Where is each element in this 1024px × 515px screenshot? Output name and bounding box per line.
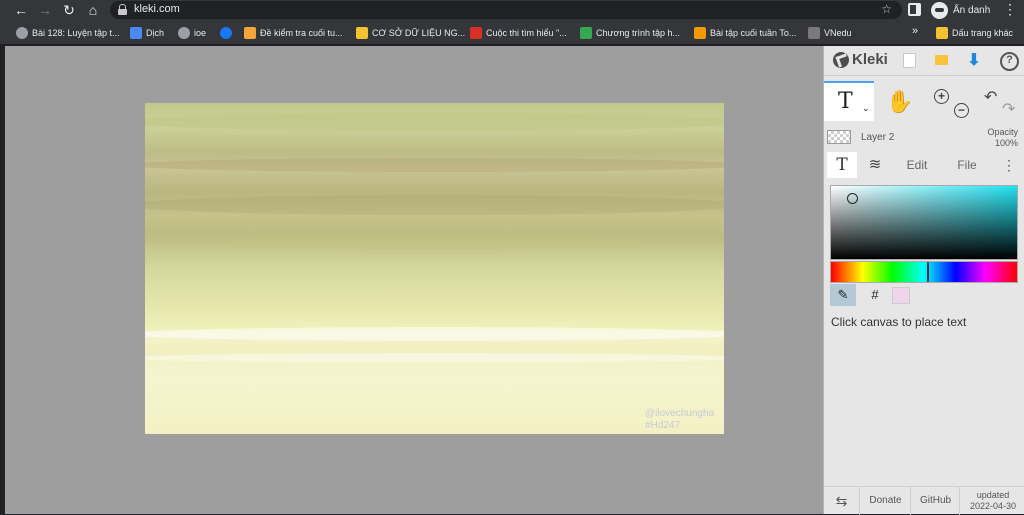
- bookmark-item[interactable]: Đề kiểm tra cuối tu...: [244, 20, 343, 45]
- kleki-sidebar: Kleki ⬇ T ⌄ ✋ + − ↶ ↷ Layer 2 Opacity 10…: [823, 46, 1024, 515]
- bookmark-item[interactable]: CƠ SỞ DỮ LIỆU NG...: [356, 20, 465, 45]
- folder-icon: [936, 26, 948, 39]
- paint-stroke: [145, 195, 724, 215]
- eyedropper-icon[interactable]: ✎: [830, 284, 856, 306]
- canvas-workspace[interactable]: @ilovechungha #Hd247: [5, 46, 823, 514]
- hand-tool-icon[interactable]: ✋: [886, 89, 913, 115]
- layer-thumbnail: [827, 130, 851, 144]
- layer-opacity: Opacity 100%: [987, 127, 1018, 148]
- globe-icon: [178, 26, 190, 39]
- flag-icon: [470, 26, 482, 39]
- github-link[interactable]: GitHub: [912, 487, 960, 515]
- browser-toolbar: ← → ↻ ⌂ kleki.com ☆ Ẩn danh ⋮: [0, 0, 1024, 20]
- sidebar-header: Kleki ⬇: [824, 46, 1024, 76]
- kleki-logo[interactable]: Kleki: [833, 51, 888, 68]
- bookmark-favicon-icon: [356, 26, 368, 39]
- hue-slider[interactable]: [830, 261, 1018, 283]
- new-image-icon[interactable]: [892, 46, 924, 76]
- side-panel-icon[interactable]: [908, 3, 921, 16]
- undo-icon[interactable]: ↶: [984, 87, 997, 107]
- paint-stroke: [145, 233, 724, 249]
- bookmark-favicon-icon: [244, 26, 256, 39]
- forward-icon[interactable]: →: [34, 0, 56, 20]
- tab-tool-settings[interactable]: T: [827, 152, 857, 178]
- menu-dots-icon[interactable]: ⋮: [1003, 1, 1017, 18]
- tab-edit[interactable]: Edit: [896, 152, 938, 178]
- bookmarks-bar: Bài 128: Luyện tập t... Dịch ioe Đề kiểm…: [0, 20, 1024, 45]
- paint-stroke: [145, 113, 724, 131]
- paint-stroke: [145, 353, 724, 363]
- drawing-canvas[interactable]: @ilovechungha #Hd247: [145, 103, 724, 434]
- text-tool-button[interactable]: T ⌄: [824, 81, 874, 121]
- bookmark-favicon-icon: [694, 26, 706, 39]
- paint-stroke: [145, 158, 724, 172]
- open-image-icon[interactable]: [925, 46, 957, 76]
- color-picker-cursor[interactable]: [847, 193, 858, 204]
- zoom-in-icon[interactable]: +: [934, 89, 949, 104]
- bookmark-favicon-icon: [580, 26, 592, 39]
- layer-name: Layer 2: [861, 132, 895, 143]
- bookmark-item[interactable]: Bài 128: Luyện tập t...: [16, 20, 120, 45]
- incognito-icon: [931, 1, 948, 19]
- reload-icon[interactable]: ↻: [58, 0, 80, 20]
- bookmark-item[interactable]: Chương trình tập h...: [580, 20, 680, 45]
- more-options-icon[interactable]: ⋮: [1002, 152, 1016, 178]
- redo-icon[interactable]: ↷: [1002, 99, 1015, 119]
- home-icon[interactable]: ⌂: [82, 0, 104, 20]
- bookmark-item[interactable]: Cuộc thi tìm hiểu "...: [470, 20, 567, 45]
- tab-file[interactable]: File: [946, 152, 988, 178]
- sidebar-tabs: T ≋ Edit File ⋮: [824, 152, 1024, 178]
- star-icon[interactable]: ☆: [881, 2, 892, 16]
- donate-link[interactable]: Donate: [861, 487, 911, 515]
- tool-settings-panel: ✎ # Click canvas to place text: [824, 178, 1024, 478]
- facebook-icon: [220, 26, 232, 39]
- bookmarks-overflow-button[interactable]: »: [912, 25, 918, 37]
- color-swatch[interactable]: [892, 287, 910, 304]
- bookmark-favicon-icon: [808, 26, 820, 39]
- canvas-watermark: @ilovechungha #Hd247: [645, 408, 715, 431]
- lock-icon[interactable]: [118, 4, 127, 15]
- other-bookmarks[interactable]: Dấu trang khác: [936, 20, 1013, 45]
- bookmark-item[interactable]: VNedu: [808, 20, 852, 45]
- swap-sidebar-icon[interactable]: ⇆: [824, 487, 860, 515]
- back-icon[interactable]: ←: [10, 0, 32, 20]
- color-tools-row: ✎ #: [830, 284, 1018, 306]
- globe-icon: [16, 26, 28, 39]
- profile-button[interactable]: Ẩn danh: [931, 1, 990, 19]
- chevron-down-icon[interactable]: ⌄: [862, 103, 870, 114]
- zoom-out-icon[interactable]: −: [954, 103, 969, 118]
- kleki-logo-icon: [833, 51, 849, 68]
- layer-preview[interactable]: Layer 2 Opacity 100%: [824, 124, 1024, 152]
- text-tool-hint: Click canvas to place text: [831, 315, 967, 329]
- address-bar[interactable]: kleki.com ☆: [110, 1, 902, 19]
- help-icon[interactable]: [992, 46, 1024, 76]
- changelog-link[interactable]: updated 2022-04-30: [961, 487, 1024, 515]
- download-icon[interactable]: ⬇: [958, 46, 990, 76]
- tool-row: T ⌄ ✋ + − ↶ ↷: [824, 77, 1024, 121]
- profile-name: Ẩn danh: [953, 4, 991, 16]
- translate-icon: [130, 26, 142, 39]
- bookmark-item[interactable]: [220, 20, 236, 45]
- color-saturation-picker[interactable]: [830, 185, 1018, 260]
- text-tool-icon: T: [838, 89, 853, 114]
- bookmark-item[interactable]: ioe: [178, 20, 206, 45]
- hue-slider-handle[interactable]: [927, 262, 929, 282]
- bookmark-item[interactable]: Dịch: [130, 20, 164, 45]
- sidebar-footer: ⇆ Donate GitHub updated 2022-04-30: [824, 486, 1024, 515]
- bookmark-item[interactable]: Bài tập cuối tuần To...: [694, 20, 796, 45]
- hex-input-button[interactable]: #: [862, 284, 888, 306]
- url-text[interactable]: kleki.com: [134, 3, 180, 15]
- layers-icon[interactable]: ≋: [862, 152, 888, 178]
- paint-stroke: [145, 327, 724, 341]
